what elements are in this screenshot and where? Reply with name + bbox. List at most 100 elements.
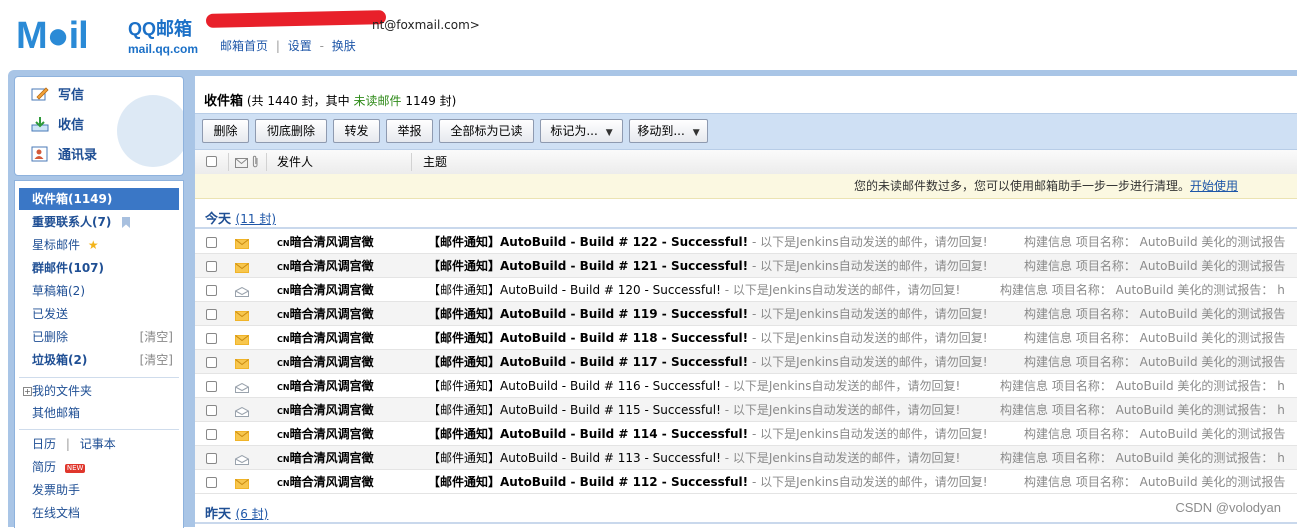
sender-name: 暗合清风调宫徵 [289,307,374,321]
report-button[interactable]: 举报 [386,119,433,143]
penguin-decoration [117,95,183,167]
mail-row[interactable]: CN暗合清风调宫徵 【邮件通知】AutoBuild - Build # 117 -… [195,350,1297,374]
mail-subject[interactable]: 【邮件通知】AutoBuild - Build # 113 - Successf… [428,446,960,470]
mail-checkbox[interactable] [206,453,217,464]
mail-subject[interactable]: 【邮件通知】AutoBuild - Build # 112 - Successf… [428,470,988,494]
mail-checkbox[interactable] [206,261,217,272]
mark-as-dropdown[interactable]: 标记为... ▼ [540,119,623,143]
compose-button[interactable]: 写信 [31,84,84,108]
mail-subject[interactable]: 【邮件通知】AutoBuild - Build # 117 - Successf… [428,350,988,374]
mail-sender: CN暗合清风调宫徵 [277,422,374,448]
mail-checkbox[interactable] [206,429,217,440]
group-count-link[interactable]: (11 封) [236,212,276,226]
folder-deleted[interactable]: 已删除 [清空] [19,326,179,348]
top-links: 邮箱首页 | 设置 - 换肤 [220,37,356,54]
mail-subject[interactable]: 【邮件通知】AutoBuild - Build # 120 - Successf… [428,278,960,302]
mail-summary: 构建信息 项目名称： AutoBuild 美化的测试报告 [1024,427,1286,441]
unread-mail-link[interactable]: 未读邮件 [354,94,402,108]
mail-checkbox[interactable] [206,237,217,248]
delete-button[interactable]: 删除 [202,119,249,143]
folder-label: 重要联系人(7) [32,215,112,229]
resume-link[interactable]: 简历 NEW [19,456,179,478]
change-skin-link[interactable]: 换肤 [332,39,356,53]
preview-text: - 以下是Jenkins自动发送的邮件，请勿回复! [720,403,961,417]
mail-checkbox[interactable] [206,333,217,344]
mail-checkbox[interactable] [206,405,217,416]
folder-drafts[interactable]: 草稿箱(2) [19,280,179,302]
mail-checkbox[interactable] [206,477,217,488]
preview-text: - 以下是Jenkins自动发送的邮件，请勿回复! [720,379,961,393]
invoice-helper-link[interactable]: 发票助手 [19,479,179,501]
invoice-label: 发票助手 [32,483,81,497]
mail-row[interactable]: CN暗合清风调宫徵 【邮件通知】AutoBuild - Build # 112 -… [195,470,1297,494]
expand-icon[interactable]: + [23,387,32,396]
mail-row[interactable]: CN暗合清风调宫徵 【邮件通知】AutoBuild - Build # 113 -… [195,446,1297,470]
delete-permanently-button[interactable]: 彻底删除 [255,119,327,143]
select-all-checkbox[interactable] [206,156,217,167]
contacts-button[interactable]: 通讯录 [31,144,97,168]
preview-text: - 以下是Jenkins自动发送的邮件，请勿回复! [748,259,988,273]
mail-checkbox[interactable] [206,309,217,320]
mail-summary: 构建信息 项目名称： AutoBuild 美化的测试报告 [1024,331,1286,345]
start-using-link[interactable]: 开始使用 [1190,179,1238,193]
subject-column-header[interactable]: 主题 [423,150,447,174]
folder-spam[interactable]: 垃圾箱(2) [清空] [19,349,179,371]
compose-label: 写信 [58,88,85,103]
mail-row[interactable]: CN暗合清风调宫徵 【邮件通知】AutoBuild - Build # 116 -… [195,374,1297,398]
folder-label: 收件箱(1149) [32,192,113,206]
mail-subject[interactable]: 【邮件通知】AutoBuild - Build # 114 - Successf… [428,422,988,446]
my-folders[interactable]: +我的文件夹 [19,380,179,402]
folder-starred[interactable]: 星标邮件 ★ [19,234,179,256]
mail-row[interactable]: CN暗合清风调宫徵 【邮件通知】AutoBuild - Build # 119 -… [195,302,1297,326]
move-to-dropdown[interactable]: 移动到... ▼ [629,119,708,143]
folder-group-mail[interactable]: 群邮件(107) [19,257,179,279]
mail-subject[interactable]: 【邮件通知】AutoBuild - Build # 115 - Successf… [428,398,960,422]
mail-checkbox[interactable] [206,381,217,392]
calendar-link[interactable]: 日历 [32,437,56,451]
receive-button[interactable]: 收信 [31,114,84,138]
unread-envelope-icon [235,262,249,273]
account-email: nt@foxmail.com> [372,18,480,32]
mail-subject[interactable]: 【邮件通知】AutoBuild - Build # 122 - Successf… [428,230,988,254]
folder-label: 已发送 [32,307,69,321]
mail-summary: 构建信息 项目名称： AutoBuild 美化的测试报告 [1024,235,1286,249]
group-yesterday: 昨天 (6 封) [205,503,268,522]
mail-summary: 构建信息 项目名称： AutoBuild 美化的测试报告： h [1000,403,1285,417]
online-docs-link[interactable]: 在线文档 [19,502,179,524]
mailbox-home-link[interactable]: 邮箱首页 [220,39,268,53]
forward-button[interactable]: 转发 [333,119,380,143]
sender-badge: CN [277,359,290,368]
mail-row[interactable]: CN暗合清风调宫徵 【邮件通知】AutoBuild - Build # 115 -… [195,398,1297,422]
mail-row[interactable]: CN暗合清风调宫徵 【邮件通知】AutoBuild - Build # 120 -… [195,278,1297,302]
mark-all-read-button[interactable]: 全部标为已读 [439,119,534,143]
notebook-link[interactable]: 记事本 [80,437,116,451]
preview-text: - 以下是Jenkins自动发送的邮件，请勿回复! [748,355,988,369]
empty-spam-link[interactable]: [清空] [140,349,173,371]
settings-link[interactable]: 设置 [288,39,312,53]
mail-sender: CN暗合清风调宫徵 [277,398,374,424]
qq-mail-logo[interactable]: M●il QQ邮箱 mail.qq.com [16,16,206,56]
sender-badge: CN [277,311,290,320]
contacts-icon [31,146,49,162]
mail-row[interactable]: CN暗合清风调宫徵 【邮件通知】AutoBuild - Build # 114 -… [195,422,1297,446]
folder-sent[interactable]: 已发送 [19,303,179,325]
mail-row[interactable]: CN暗合清风调宫徵 【邮件通知】AutoBuild - Build # 121 -… [195,254,1297,278]
other-mailbox[interactable]: 其他邮箱 [19,402,179,424]
folder-important-contacts[interactable]: 重要联系人(7) [19,211,179,233]
empty-deleted-link[interactable]: [清空] [140,326,173,348]
mail-subject[interactable]: 【邮件通知】AutoBuild - Build # 121 - Successf… [428,254,988,278]
mail-subject[interactable]: 【邮件通知】AutoBuild - Build # 118 - Successf… [428,326,988,350]
preview-text: - 以下是Jenkins自动发送的邮件，请勿回复! [720,451,961,465]
sender-column-header[interactable]: 发件人 [277,150,313,174]
mail-subject[interactable]: 【邮件通知】AutoBuild - Build # 116 - Successf… [428,374,960,398]
mail-checkbox[interactable] [206,357,217,368]
folder-label: 已删除 [32,330,69,344]
folder-inbox[interactable]: 收件箱(1149) [19,188,179,210]
notice-text: 您的未读邮件数过多，您可以使用邮箱助手一步一步进行清理。 [853,179,1190,193]
group-count-link[interactable]: (6 封) [236,507,269,521]
mail-subject[interactable]: 【邮件通知】AutoBuild - Build # 119 - Successf… [428,302,988,326]
mail-row[interactable]: CN暗合清风调宫徵 【邮件通知】AutoBuild - Build # 118 -… [195,326,1297,350]
mail-row[interactable]: CN暗合清风调宫徵 【邮件通知】AutoBuild - Build # 122 -… [195,230,1297,254]
attachment-column-icon [252,155,259,171]
mail-checkbox[interactable] [206,285,217,296]
